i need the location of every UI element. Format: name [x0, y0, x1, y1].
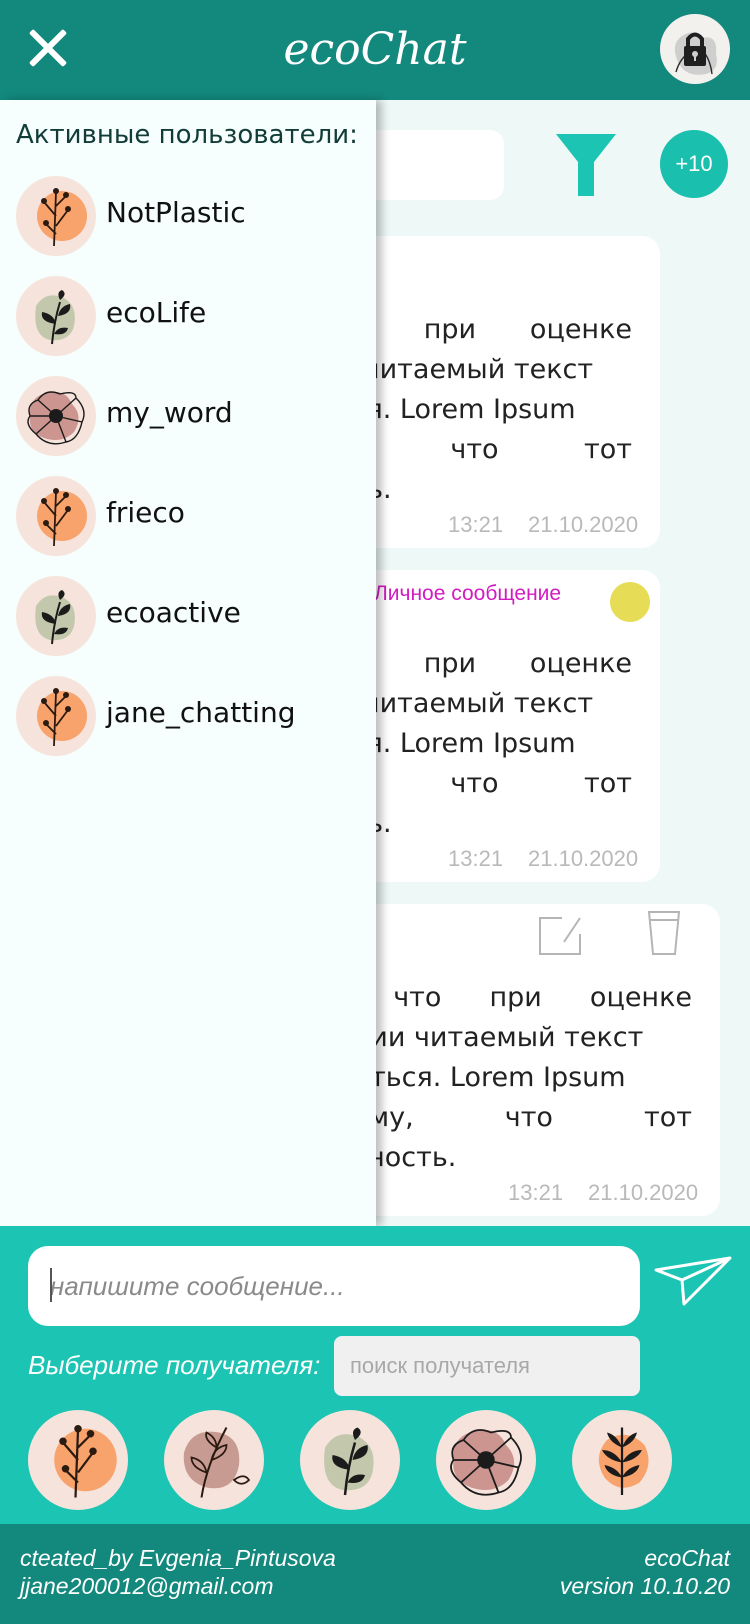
app-title: ecoChat: [283, 24, 467, 75]
message-time: 13:21: [448, 846, 504, 871]
more-users-badge[interactable]: +10: [660, 130, 728, 198]
recipient-search-input[interactable]: [334, 1336, 640, 1396]
send-icon[interactable]: [654, 1256, 732, 1306]
recipient-avatar-orange-flower[interactable]: [28, 1410, 128, 1510]
own-message-card[interactable]: о, что при оценке зиции читаемый текст о…: [320, 904, 720, 1216]
message-input[interactable]: [28, 1246, 640, 1326]
lock-icon: [674, 32, 717, 75]
pink-poppy-avatar-icon: [16, 376, 96, 456]
unread-dot: [610, 582, 650, 622]
private-message-label: Личное сообщение: [374, 582, 562, 605]
user-item-ecolife[interactable]: ecoLife: [16, 276, 366, 356]
message-time: 13:21: [508, 1180, 564, 1205]
edit-icon[interactable]: [538, 916, 582, 956]
app-footer: cteated_by Evgenia_Pintusova jjane200012…: [0, 1524, 750, 1624]
recipient-avatar-black-branch[interactable]: [572, 1410, 672, 1510]
footer-email[interactable]: jjane200012@gmail.com: [20, 1572, 274, 1600]
cup-delete-icon[interactable]: [647, 910, 681, 956]
orange-flower-avatar-icon: [16, 476, 96, 556]
message-date: 21.10.2020: [528, 846, 639, 871]
leaf-avatar-icon: [16, 576, 96, 656]
user-item-my-word[interactable]: my_word: [16, 376, 366, 456]
leaf-avatar-icon: [16, 276, 96, 356]
footer-author: cteated_by Evgenia_Pintusova: [20, 1545, 336, 1571]
sidebar-title: Активные пользователи:: [16, 120, 358, 150]
orange-flower-avatar-icon: [16, 676, 96, 756]
user-name: jane_chatting: [106, 696, 296, 729]
message-date: 21.10.2020: [528, 512, 639, 537]
user-item-jane-chatting[interactable]: jane_chatting: [16, 676, 366, 756]
user-name: ecoLife: [106, 296, 207, 329]
user-item-notplastic[interactable]: NotPlastic: [16, 176, 366, 256]
user-item-ecoactive[interactable]: ecoactive: [16, 576, 366, 656]
recipient-avatar-leaf[interactable]: [300, 1410, 400, 1510]
active-users-sidebar: Активные пользователи: NotPlastic ecoLif…: [0, 100, 376, 1226]
message-time: 13:21: [448, 512, 504, 537]
filter-icon[interactable]: [556, 134, 616, 196]
user-name: my_word: [106, 396, 233, 429]
recipient-avatar-pink-poppy[interactable]: [436, 1410, 536, 1510]
user-name: ecoactive: [106, 596, 241, 629]
app-header: ecoChat: [0, 0, 750, 100]
user-item-frieco[interactable]: frieco: [16, 476, 366, 556]
footer-app-name: ecoChat: [644, 1545, 730, 1571]
recipient-avatar-pink-branch[interactable]: [164, 1410, 264, 1510]
recipient-label: Выберите получателя:: [28, 1350, 321, 1380]
message-date: 21.10.2020: [588, 1180, 699, 1205]
orange-flower-avatar-icon: [16, 176, 96, 256]
footer-version: version 10.10.20: [559, 1573, 730, 1599]
user-name: NotPlastic: [106, 196, 246, 229]
text-caret: [50, 1268, 52, 1302]
user-name: frieco: [106, 496, 185, 529]
profile-lock-avatar[interactable]: [660, 14, 730, 84]
message-composer: Выберите получателя:: [0, 1226, 750, 1524]
